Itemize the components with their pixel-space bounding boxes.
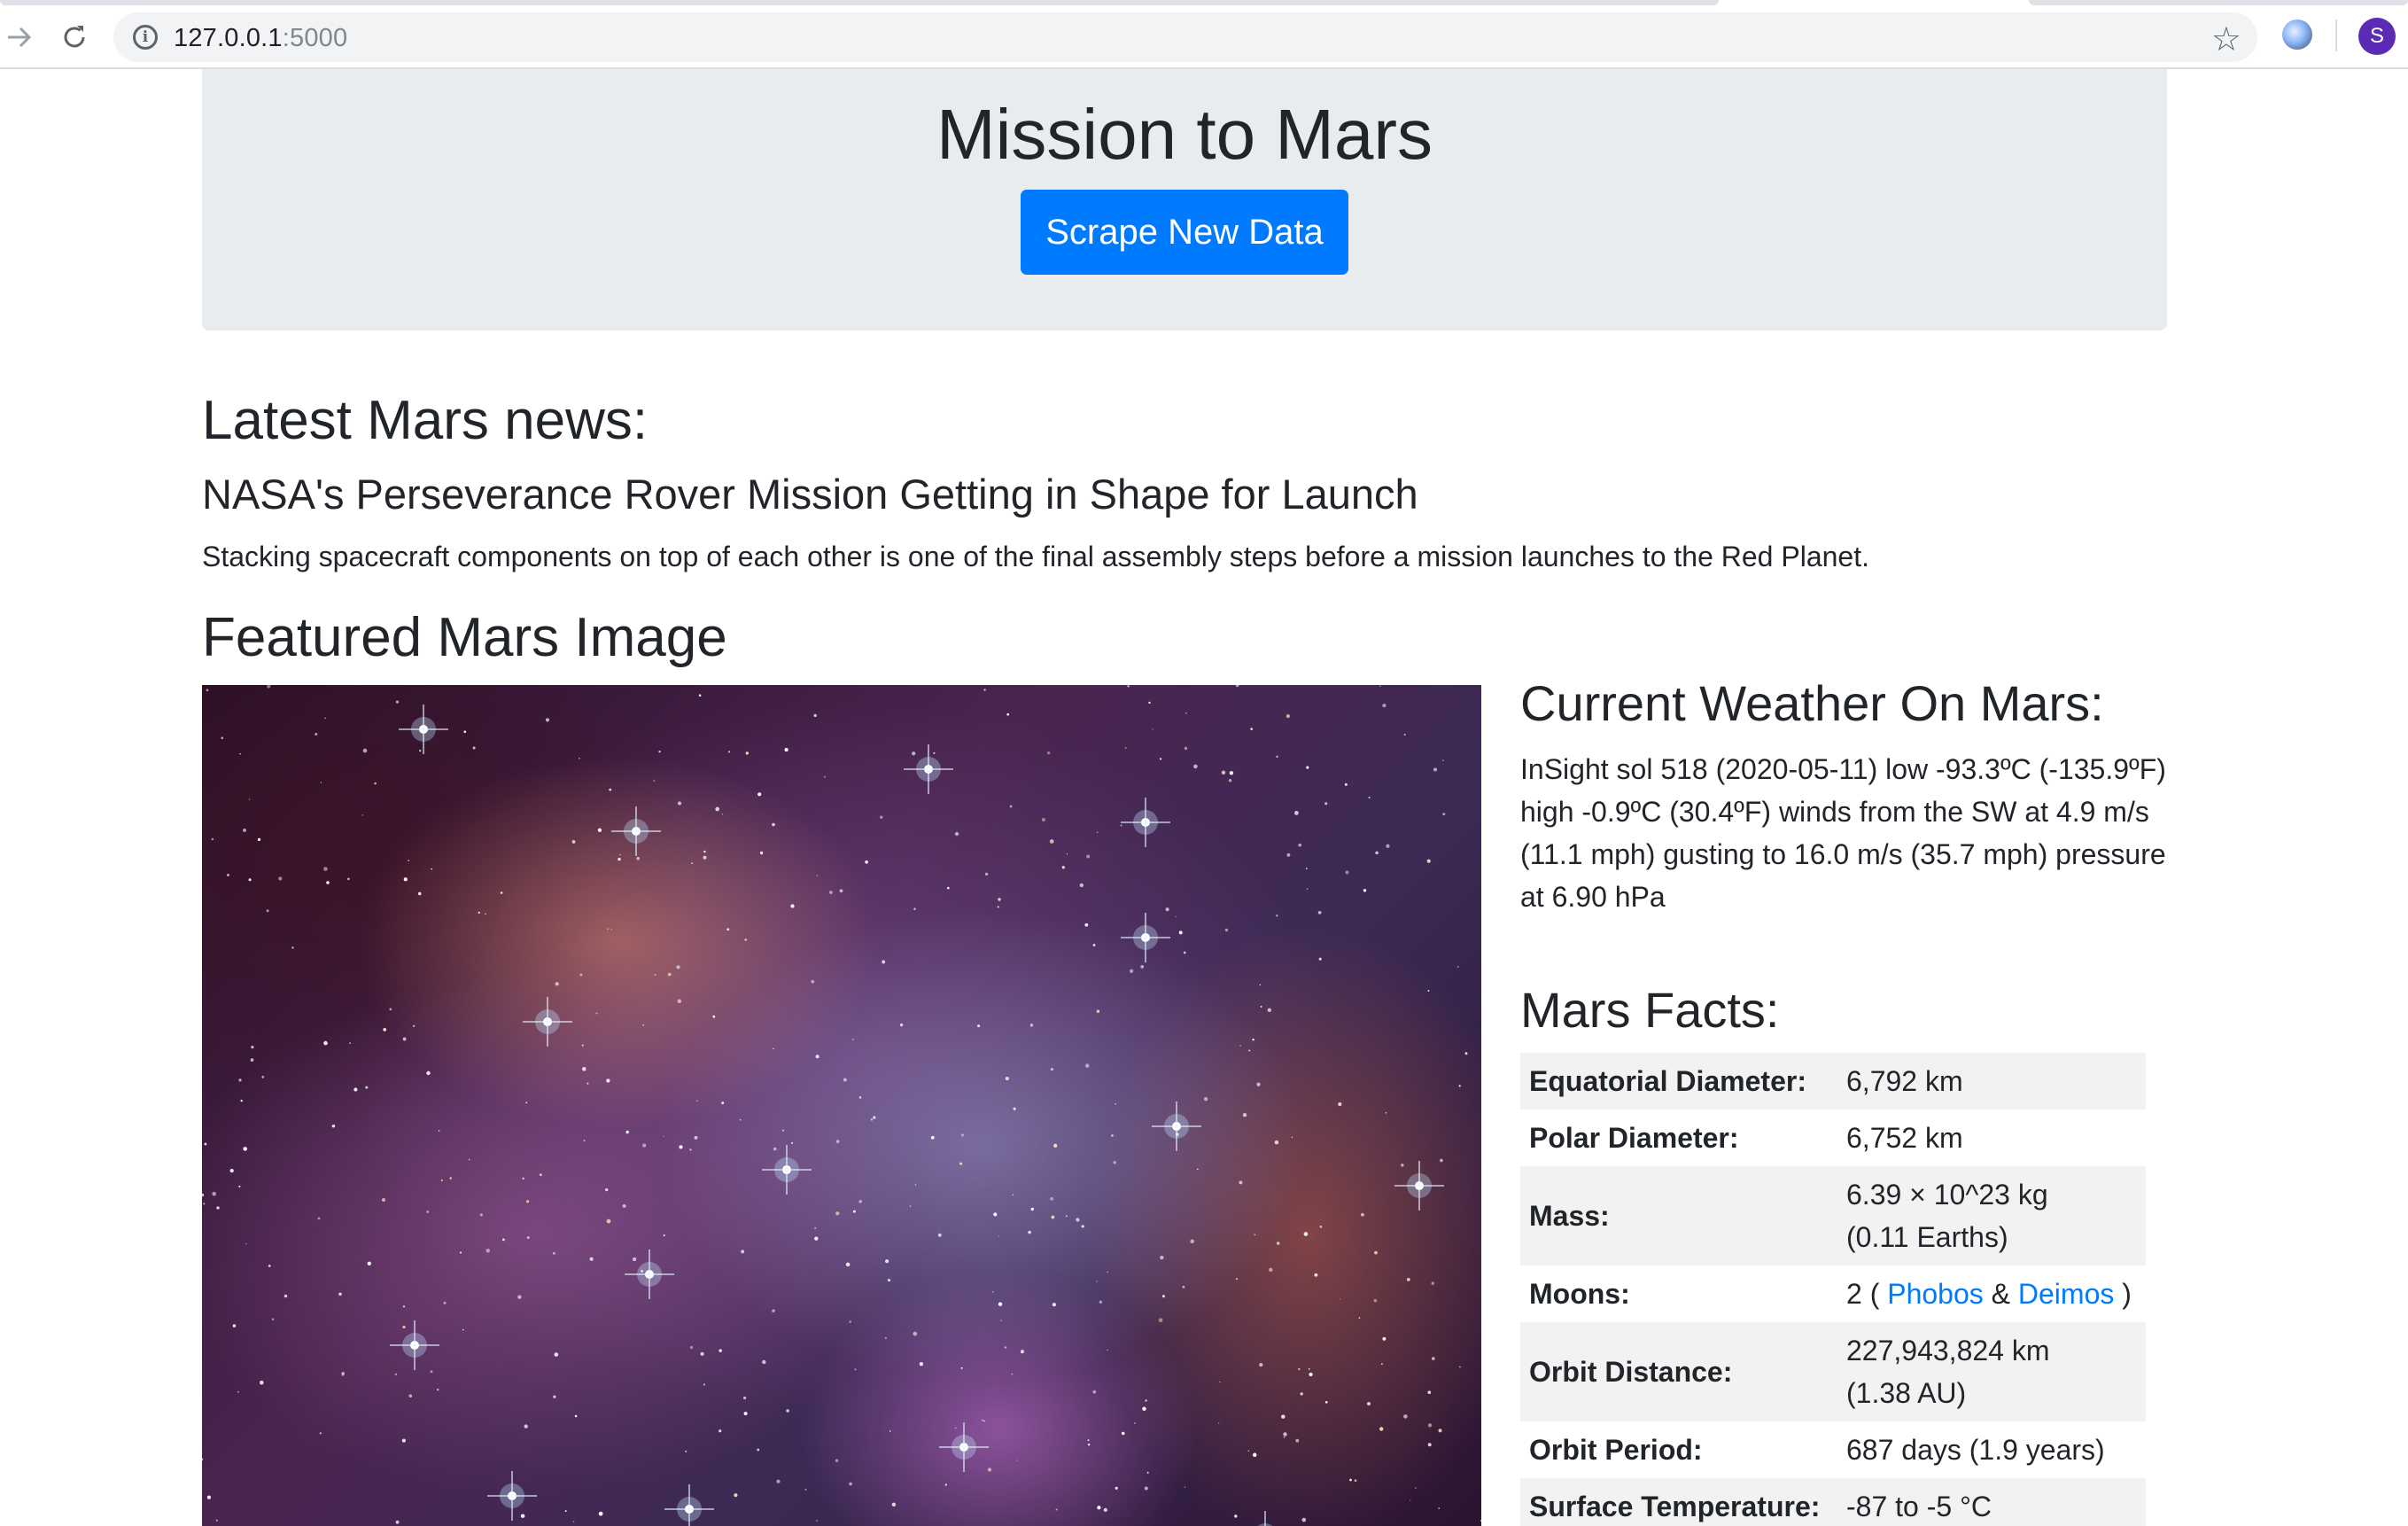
- fact-value: 6.39 × 10^23 kg (0.11 Earths): [1837, 1166, 2146, 1265]
- fact-value-line: 227,943,824 km: [1846, 1335, 2050, 1366]
- fact-label: Surface Temperature:: [1529, 1491, 1821, 1522]
- fact-label: Orbit Period:: [1529, 1434, 1703, 1466]
- fact-value-text: ): [2114, 1278, 2132, 1310]
- facts-heading: Mars Facts:: [1520, 982, 1780, 1038]
- table-row: Surface Temperature: -87 to -5 °C: [1520, 1478, 2146, 1526]
- fact-value-line: (1.38 AU): [1846, 1377, 1967, 1409]
- table-row: Mass: 6.39 × 10^23 kg (0.11 Earths): [1520, 1166, 2146, 1265]
- arrow-forward-icon[interactable]: [0, 18, 39, 57]
- tab-strip-edge: [2029, 0, 2408, 5]
- fact-value: 687 days (1.9 years): [1846, 1434, 2105, 1466]
- fact-value: 6,752 km: [1846, 1122, 1963, 1154]
- news-title: NASA's Perseverance Rover Mission Gettin…: [202, 471, 1418, 518]
- table-row: Orbit Period: 687 days (1.9 years): [1520, 1421, 2146, 1478]
- scrape-new-data-button[interactable]: Scrape New Data: [1021, 190, 1348, 275]
- latest-news-heading: Latest Mars news:: [202, 390, 649, 451]
- url-text[interactable]: 127.0.0.1:5000: [174, 24, 347, 53]
- table-row: Orbit Distance: 227,943,824 km (1.38 AU): [1520, 1322, 2146, 1421]
- fact-value: 2 ( Phobos & Deimos ): [1837, 1265, 2146, 1322]
- fact-label: Equatorial Diameter:: [1529, 1065, 1806, 1097]
- toolbar-divider: [2335, 19, 2337, 51]
- address-bar[interactable]: i 127.0.0.1:5000 ☆: [113, 12, 2257, 62]
- fact-value-line: (0.11 Earths): [1846, 1221, 2008, 1253]
- featured-mars-image: [202, 685, 1481, 1526]
- info-icon[interactable]: i: [133, 25, 158, 50]
- featured-image-heading: Featured Mars Image: [202, 607, 727, 668]
- mars-facts-table: Equatorial Diameter: 6,792 km Polar Diam…: [1520, 1053, 2146, 1526]
- fact-value-text: 2 (: [1846, 1278, 1888, 1310]
- starfield: [202, 685, 1481, 1526]
- browser-toolbar: i 127.0.0.1:5000 ☆ S: [0, 0, 2408, 69]
- fact-value-line: 6.39 × 10^23 kg: [1846, 1179, 2048, 1211]
- fact-value: 6,792 km: [1846, 1065, 1963, 1097]
- weather-report: InSight sol 518 (2020-05-11) low -93.3ºC…: [1520, 753, 2166, 913]
- fact-value: 227,943,824 km (1.38 AU): [1837, 1322, 2146, 1421]
- reload-icon[interactable]: [55, 18, 94, 57]
- table-row: Moons: 2 ( Phobos & Deimos ): [1520, 1265, 2146, 1322]
- fact-label: Mass:: [1529, 1200, 1610, 1232]
- news-teaser: Stacking spacecraft components on top of…: [202, 541, 1869, 572]
- table-row: Equatorial Diameter: 6,792 km: [1520, 1053, 2146, 1109]
- extension-icon[interactable]: [2282, 19, 2312, 50]
- jumbotron: Mission to Mars Scrape New Data: [202, 69, 2167, 331]
- phobos-link[interactable]: Phobos: [1887, 1278, 1984, 1310]
- page-title: Mission to Mars: [936, 95, 1433, 174]
- star-icon[interactable]: ☆: [2211, 19, 2241, 59]
- profile-avatar[interactable]: S: [2358, 18, 2396, 55]
- weather-heading: Current Weather On Mars:: [1520, 675, 2104, 731]
- tab-strip-edge: [0, 0, 1719, 5]
- deimos-link[interactable]: Deimos: [2018, 1278, 2114, 1310]
- fact-value: -87 to -5 °C: [1846, 1491, 1992, 1522]
- fact-label: Polar Diameter:: [1529, 1122, 1739, 1154]
- fact-label: Moons:: [1529, 1278, 1630, 1310]
- fact-value-text: &: [1983, 1278, 2018, 1310]
- fact-label: Orbit Distance:: [1529, 1356, 1733, 1388]
- table-row: Polar Diameter: 6,752 km: [1520, 1109, 2146, 1166]
